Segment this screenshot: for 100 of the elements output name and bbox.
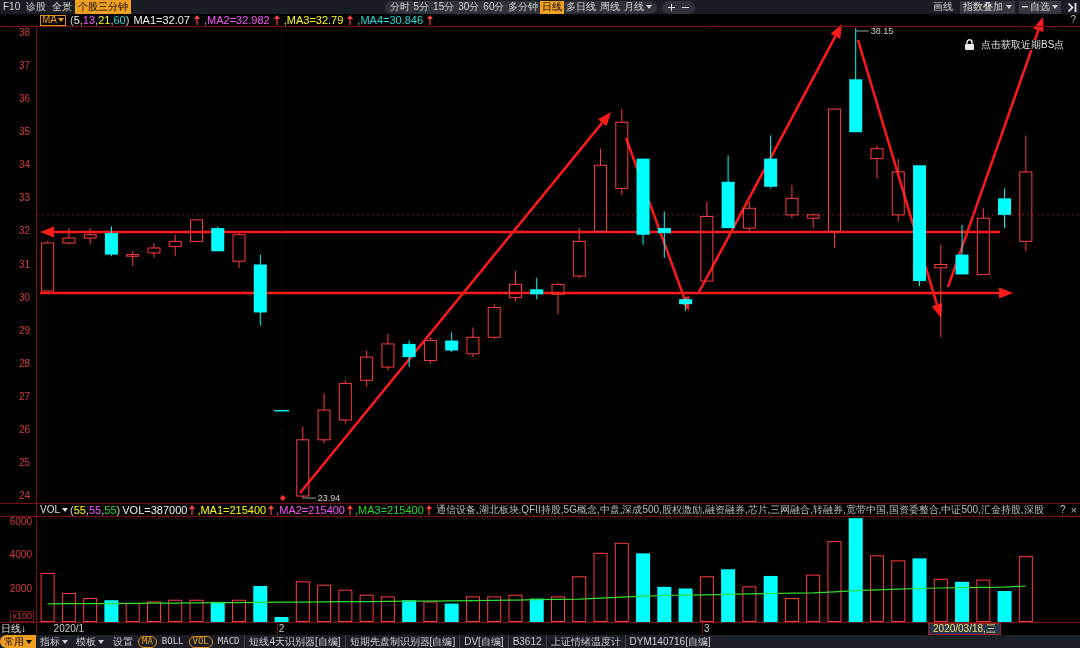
period-tab[interactable]: 分时 [387,0,412,14]
volume-bar [423,601,438,622]
falling-candle [402,340,416,368]
indicator-tab[interactable]: MACD [213,635,244,648]
period-label: 日线↓ [0,624,26,634]
volume-bar [955,581,970,622]
price-label: 38.15 [870,27,894,36]
falling-candle [211,225,225,252]
price-tick: 36 [18,94,30,105]
formula-tab[interactable]: B3612 [507,635,546,648]
volume-params: (55,55,55) [70,504,121,516]
toolbar-menu[interactable]: 常用 [0,635,36,648]
price-tick: 35 [18,127,30,138]
plus-icon[interactable] [668,3,676,11]
formula-tab[interactable]: DYM140716[自编] [624,635,715,648]
top-tab[interactable]: F10 [0,0,24,14]
price-tick: 26 [18,424,30,435]
rising-candle [147,242,161,259]
rising-candle [338,379,352,424]
indicator-tab[interactable]: BOLL [157,635,188,648]
settings-button[interactable]: 设置 [108,636,138,647]
volume-bar [487,596,502,622]
period-tab[interactable]: 30分 [456,0,482,14]
volume-selector[interactable]: VOL [40,505,68,515]
bs-points-link[interactable]: 点击获取近期BS点 [981,39,1065,50]
rising-candle [508,270,522,302]
falling-candle [104,225,118,257]
top-tab[interactable]: 个股三分钟 [75,0,132,14]
caret-icon [62,508,68,512]
falling-candle [998,187,1012,229]
tool-button[interactable]: 指数叠加 [960,0,1015,14]
formula-tab[interactable]: 短线4天识别器[自编] [244,635,345,648]
cursor-date: 2020/03/18,三 [928,623,1001,635]
date-label: 3 [704,624,710,634]
rising-candle [381,333,395,371]
help-button[interactable]: ? [1066,15,1080,25]
close-button[interactable]: × [1067,504,1080,516]
period-tab[interactable]: 月线 [622,0,655,14]
leader-line [855,30,870,32]
rising-candle [487,303,501,340]
volume-bar [253,586,268,622]
price-tick: 25 [18,457,30,468]
volume-bar [146,601,161,622]
period-tab[interactable]: 15分 [431,0,457,14]
price-tick: 37 [18,61,30,72]
falling-candle [955,224,969,275]
tool-button[interactable]: 自选 [1019,0,1061,14]
toolbar-menu[interactable]: 指标 [36,635,72,648]
top-tab[interactable]: 诊股 [23,0,50,14]
top-tab[interactable]: 全景 [49,0,76,14]
rising-candle [551,282,565,315]
volume-bar [699,576,714,622]
volume-bar [678,588,693,622]
volume-bar [104,600,119,622]
volume-bar [402,600,417,622]
skip-to-end-icon[interactable] [1068,2,1077,12]
price-tick: 28 [18,358,30,369]
period-tab[interactable]: 多日线 [564,0,599,14]
volume-bar [444,603,459,622]
period-tab[interactable]: 多分钟 [506,0,541,14]
toolbar-menu[interactable]: 模板 [72,635,108,648]
caret-icon [58,18,64,22]
help-button[interactable]: ? [1058,504,1068,516]
price-tick: 29 [18,325,30,336]
price-tick: 34 [18,160,30,171]
indicator-selector[interactable]: MA [40,14,66,26]
caret-icon [1052,5,1058,9]
formula-tab[interactable]: DV[自编] [459,635,508,648]
period-tab[interactable]: 60分 [481,0,507,14]
formula-tab[interactable]: 上证情绪温度计 [545,635,625,648]
indicator-params: (5,13,21,60) [70,14,130,26]
period-tab[interactable]: 周线 [598,0,623,14]
volume-bar [742,586,757,622]
volume-bar [380,596,395,622]
falling-candle [657,211,671,259]
rising-candle [572,227,586,279]
tool-button[interactable]: 画线 [930,0,956,14]
minus-icon[interactable] [682,6,690,8]
ma-reading: ,MA2=32.982 [204,14,270,26]
caret-icon [1006,5,1012,9]
volume-bar [40,572,55,622]
volume-reading: ,MA3=215400 [355,504,424,516]
caret-icon [62,639,68,644]
volume-bar [870,555,884,622]
price-tick: 38 [18,27,30,38]
volume-bar [933,578,948,622]
volume-bar [763,575,778,622]
volume-bar [295,581,310,622]
period-tab[interactable]: 日线 [540,0,565,14]
rising-candle [62,227,76,246]
volume-tick: 6000 [9,516,32,527]
rising-candle [126,250,140,267]
caret-icon [98,639,104,644]
rising-candle [891,158,905,222]
formula-tab[interactable]: 短期先盘制识别器[自编] [344,635,460,648]
rising-candle [976,207,990,275]
period-tab[interactable]: 5分 [411,0,432,14]
rising-candle [785,184,799,219]
volume-bar [83,598,98,622]
falling-candle [530,277,544,300]
